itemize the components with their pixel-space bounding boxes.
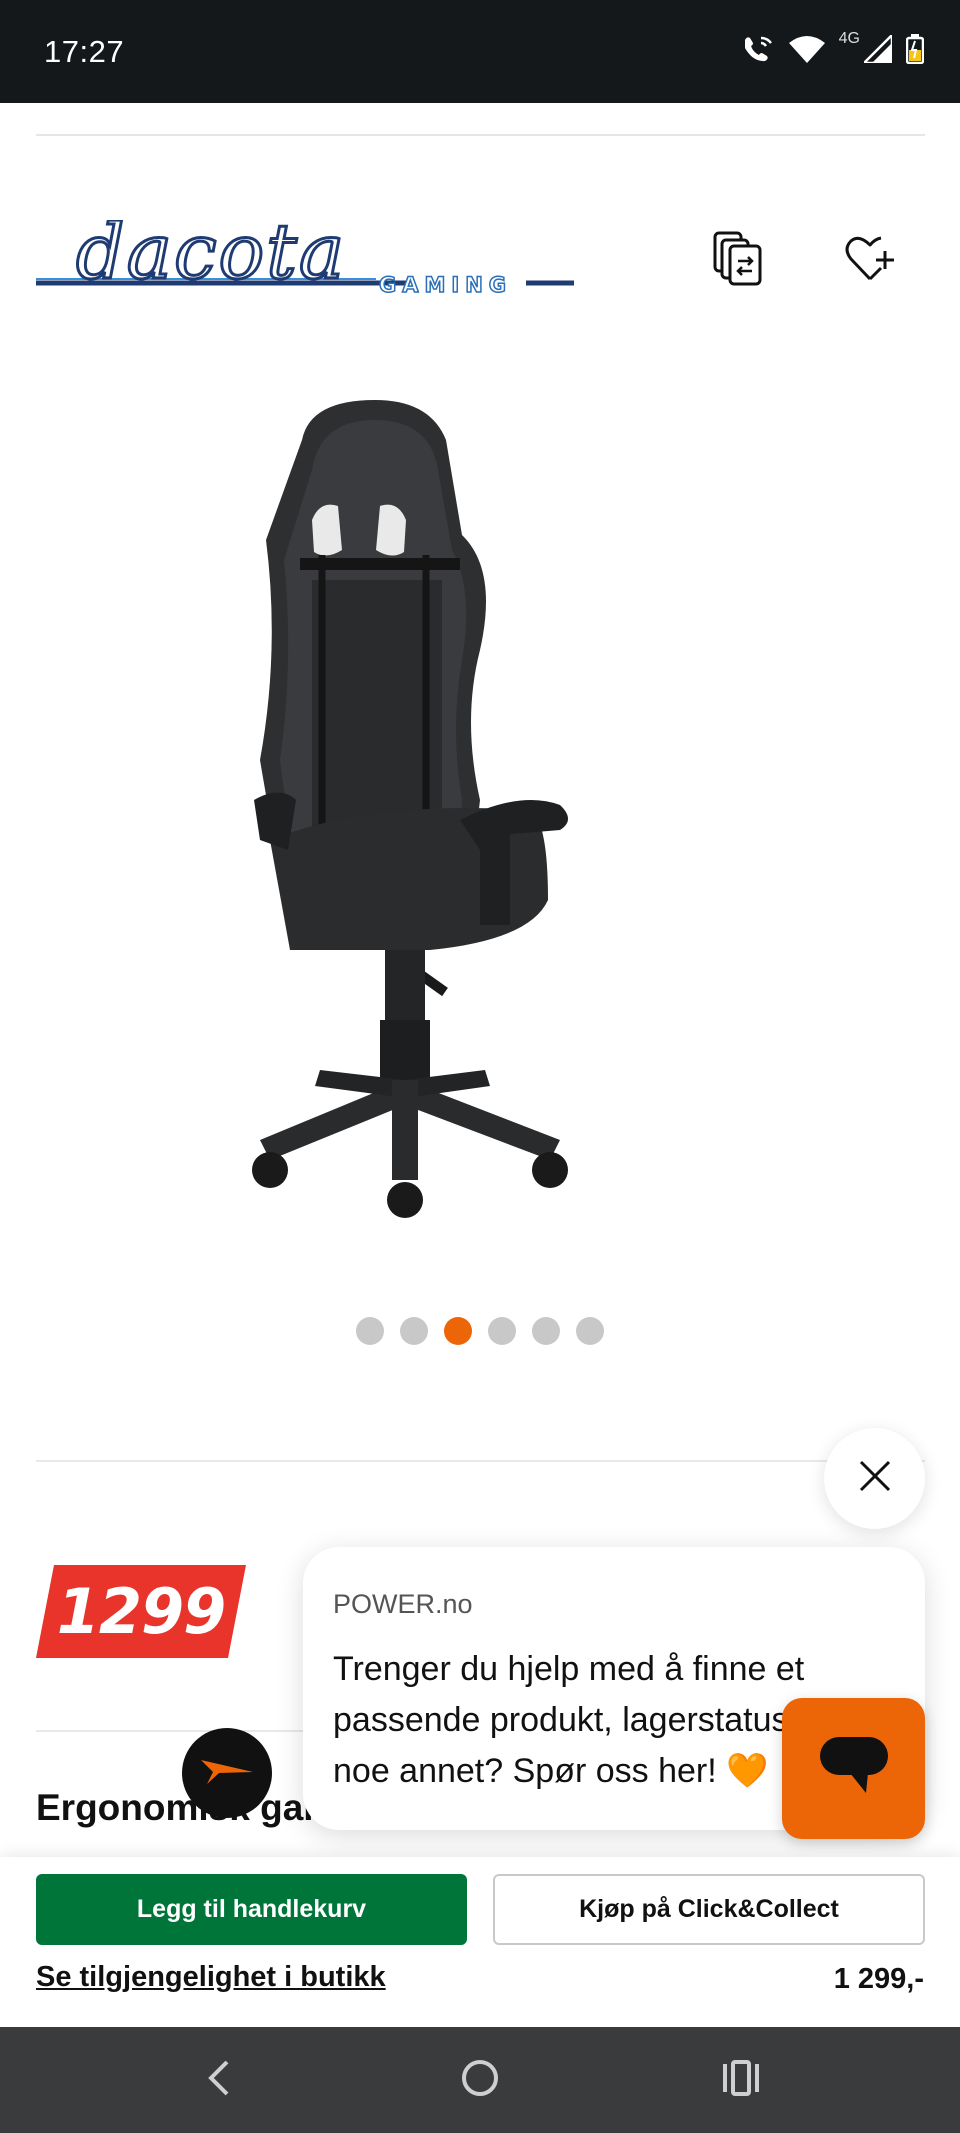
carousel-dot[interactable] (532, 1317, 560, 1345)
wishlist-button[interactable] (838, 228, 904, 294)
top-divider (36, 134, 925, 136)
add-to-cart-button[interactable]: Legg til handlekurv (36, 1874, 467, 1945)
brand-logo[interactable]: dacota GAMING (36, 206, 576, 300)
heart-plus-icon (845, 235, 897, 288)
chat-launcher-button[interactable] (782, 1698, 925, 1839)
product-image[interactable] (230, 380, 730, 1240)
home-button[interactable] (455, 2055, 505, 2105)
price-badge: 1299 (36, 1565, 246, 1658)
signal-icon (864, 35, 892, 63)
chat-sender: POWER.no (333, 1589, 473, 1619)
network-label: 4G (838, 30, 860, 47)
status-time: 17:27 (44, 34, 125, 69)
recents-button[interactable] (716, 2055, 766, 2105)
close-icon (858, 1459, 892, 1498)
heart-emoji: 🧡 (726, 1752, 769, 1790)
chat-icon (819, 1737, 888, 1800)
compare-button[interactable] (706, 228, 772, 294)
wifi-calling-icon (741, 34, 775, 64)
power-logo-icon (199, 1756, 255, 1791)
sticky-purchase-bar: Legg til handlekurv Kjøp på Click&Collec… (0, 1857, 960, 2027)
carousel-dot[interactable] (488, 1317, 516, 1345)
recents-icon (721, 2059, 761, 2101)
system-nav-bar (0, 2027, 960, 2133)
svg-text:dacota: dacota (76, 220, 346, 296)
price-value: 1299 (56, 1575, 227, 1648)
brand-sub: GAMING (379, 273, 512, 297)
click-collect-button[interactable]: Kjøp på Click&Collect (493, 1874, 925, 1945)
store-availability-link[interactable]: Se tilgjengelighet i butikk (36, 1961, 386, 1994)
carousel-dot[interactable] (444, 1317, 472, 1345)
status-icons: 4G (741, 30, 924, 64)
power-logo-badge[interactable] (182, 1728, 272, 1818)
compare-icon (713, 231, 765, 292)
divider (36, 1460, 925, 1462)
carousel-dots (0, 1317, 960, 1345)
back-button[interactable] (193, 2055, 243, 2105)
status-bar: 17:27 4G (0, 0, 960, 103)
back-icon (203, 2058, 233, 2103)
home-icon (460, 2058, 500, 2103)
carousel-dot[interactable] (576, 1317, 604, 1345)
sticky-price: 1 299,- (833, 1963, 924, 1995)
chat-close-button[interactable] (824, 1428, 925, 1529)
carousel-dot[interactable] (400, 1317, 428, 1345)
wifi-icon (788, 35, 825, 63)
carousel-dot[interactable] (356, 1317, 384, 1345)
battery-icon (906, 34, 924, 64)
